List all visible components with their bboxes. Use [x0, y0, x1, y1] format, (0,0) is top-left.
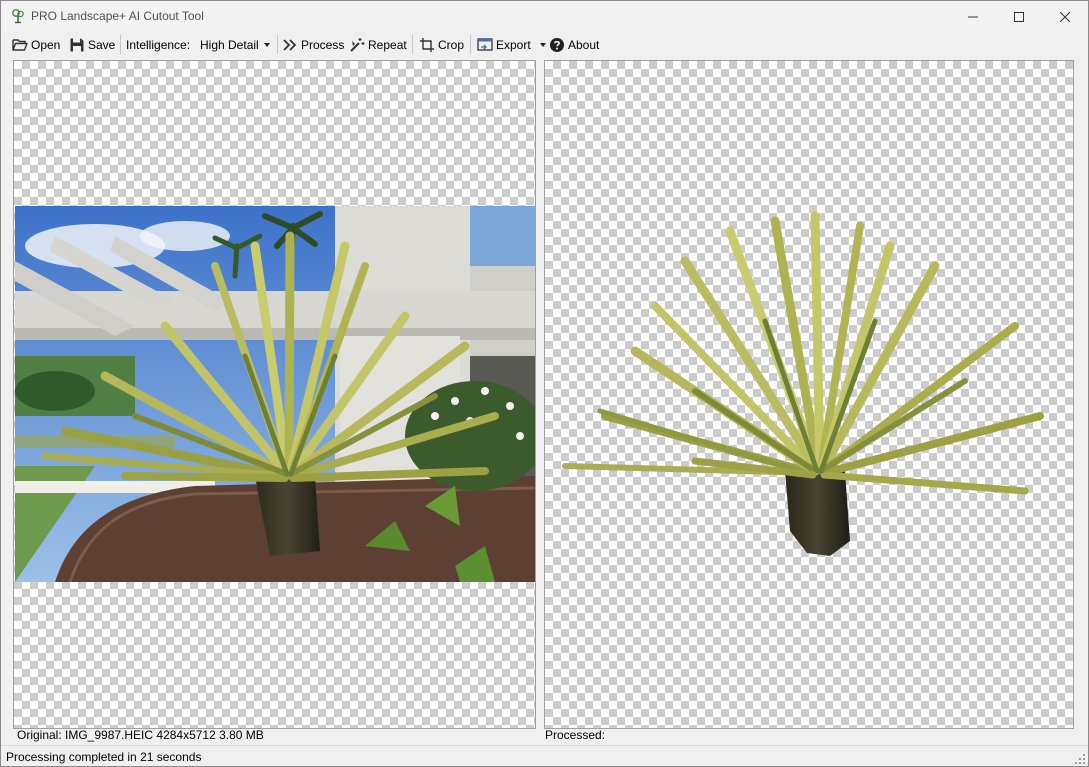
- toolbar-separator: [470, 35, 471, 54]
- chevron-down-icon: [539, 42, 546, 47]
- window-title: PRO Landscape+ AI Cutout Tool: [31, 9, 204, 23]
- processed-caption: Processed:: [545, 728, 606, 742]
- save-button[interactable]: Save: [69, 34, 115, 55]
- maximize-icon: [1014, 11, 1024, 22]
- original-image-panel[interactable]: [13, 60, 536, 729]
- minimize-icon: [968, 16, 978, 17]
- resize-grip-icon[interactable]: [1075, 754, 1085, 764]
- status-bar: Processing completed in 21 seconds: [1, 745, 1088, 766]
- crop-label: Crop: [438, 37, 465, 52]
- processed-image-panel[interactable]: [544, 60, 1074, 729]
- process-button[interactable]: Process: [282, 34, 344, 55]
- toolbar-separator: [412, 35, 413, 54]
- toolbar-separator: [277, 35, 278, 54]
- intelligence-dropdown[interactable]: High Detail: [200, 34, 270, 55]
- status-message: Processing completed in 21 seconds: [6, 750, 202, 764]
- save-label: Save: [88, 37, 116, 52]
- processed-cutout-image: [562, 211, 1044, 556]
- minimize-button[interactable]: [950, 1, 996, 32]
- crop-icon: [419, 37, 435, 53]
- repeat-label: Repeat: [368, 37, 407, 52]
- export-label: Export: [496, 37, 531, 52]
- original-photo: [15, 206, 535, 582]
- repeat-button[interactable]: Repeat: [349, 34, 407, 55]
- maximize-button[interactable]: [996, 1, 1042, 32]
- open-label: Open: [31, 37, 61, 52]
- toolbar-separator: [120, 35, 121, 54]
- original-caption: Original: IMG_9987.HEIC 4284x5712 3.80 M…: [17, 728, 264, 742]
- close-icon: [1060, 11, 1070, 22]
- folder-open-icon: [12, 37, 28, 53]
- title-bar[interactable]: PRO Landscape+ AI Cutout Tool: [1, 1, 1088, 32]
- app-window: PRO Landscape+ AI Cutout Tool Open Save …: [0, 0, 1089, 767]
- open-button[interactable]: Open: [12, 34, 60, 55]
- export-button[interactable]: Export: [477, 34, 546, 55]
- about-label: About: [568, 37, 600, 52]
- magic-wand-icon: [349, 37, 365, 53]
- fast-forward-icon: [282, 37, 298, 53]
- toolbar: Open Save Intelligence: High Detail Proc…: [1, 32, 1088, 57]
- intelligence-value: High Detail: [200, 37, 259, 52]
- crop-button[interactable]: Crop: [419, 34, 464, 55]
- help-icon: [549, 37, 565, 53]
- tree-icon: [10, 8, 26, 24]
- save-icon: [69, 37, 85, 53]
- chevron-down-icon: [263, 42, 270, 47]
- export-icon: [477, 37, 493, 53]
- intelligence-label: Intelligence:: [126, 37, 191, 52]
- close-button[interactable]: [1042, 1, 1088, 32]
- process-label: Process: [301, 37, 345, 52]
- about-button[interactable]: About: [549, 34, 599, 55]
